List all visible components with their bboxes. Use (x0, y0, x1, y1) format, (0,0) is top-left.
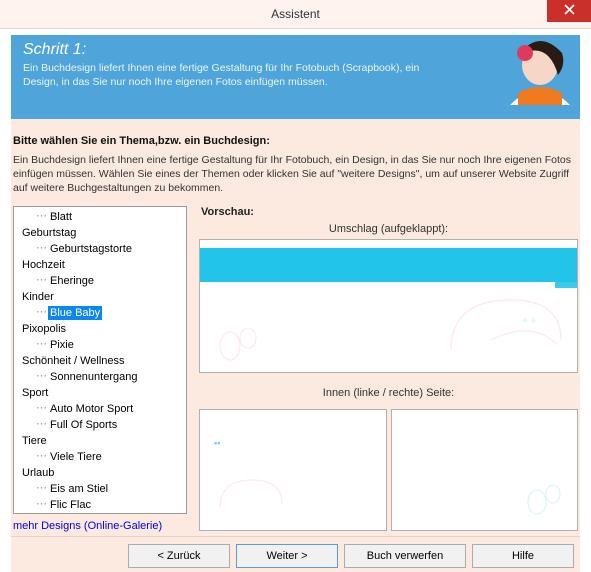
tree-item-label: Eheringe (48, 274, 96, 288)
tree-item-label: Eis am Stiel (48, 482, 110, 496)
tree-item-label: Viele Tiere (48, 450, 104, 464)
preview-page-right (391, 409, 579, 531)
tree-item-label: Blatt (48, 210, 74, 224)
tree-item[interactable]: ⋯Sonnenuntergang (14, 369, 186, 385)
cover-blue-bar (200, 248, 577, 282)
tree-item[interactable]: Sport (14, 385, 186, 401)
tree-connector-icon: ⋯ (36, 499, 47, 511)
wizard-button-bar: < Zurück Weiter > Buch verwerfen Hilfe (11, 536, 580, 572)
next-button[interactable]: Weiter > (236, 544, 338, 568)
tree-item[interactable]: Hochzeit (14, 257, 186, 273)
tree-connector-icon: ⋯ (36, 211, 47, 223)
preview-inner-pages: ▪▪ (199, 409, 578, 531)
tree-item-label: Hochzeit (20, 258, 67, 272)
tree-connector-icon: ⋯ (36, 243, 47, 255)
tree-item[interactable]: ⋯Auto Motor Sport (14, 401, 186, 417)
help-button[interactable]: Hilfe (472, 544, 574, 568)
tree-item[interactable]: ⋯Flic Flac (14, 497, 186, 513)
close-icon (564, 4, 575, 18)
tree-connector-icon: ⋯ (36, 483, 47, 495)
step-description: Ein Buchdesign liefert Ihnen eine fertig… (23, 61, 423, 89)
tree-item[interactable]: ⋯Eheringe (14, 273, 186, 289)
cover-shape-left (210, 316, 270, 366)
discard-button[interactable]: Buch verwerfen (344, 544, 466, 568)
tree-item[interactable]: Kinder (14, 289, 186, 305)
tree-item-label: Pixie (48, 338, 76, 352)
tree-item[interactable]: Tiere (14, 433, 186, 449)
cover-shape-right: ✦✦ (431, 280, 571, 368)
theme-tree[interactable]: ⋯BlattGeburtstag⋯GeburtstagstorteHochzei… (13, 206, 187, 514)
close-button[interactable] (547, 0, 591, 22)
avatar (470, 35, 580, 105)
tree-item[interactable]: ⋯Full Of Sports (14, 417, 186, 433)
page-logo-icon: ▪▪ (214, 438, 220, 448)
tree-item-label: Auto Motor Sport (48, 402, 135, 416)
back-button[interactable]: < Zurück (128, 544, 230, 568)
tree-item[interactable]: Geburtstag (14, 225, 186, 241)
title-bar: Assistent (0, 0, 591, 29)
preview-column: Vorschau: Umschlag (aufgeklappt): ✦✦ Inn… (199, 206, 578, 532)
tree-item-label: Sport (20, 386, 50, 400)
tree-item-label: Blue Baby (48, 306, 102, 320)
tree-item-label: Geburtstagstorte (48, 242, 134, 256)
tree-item[interactable]: ⋯Geburtstagstorte (14, 241, 186, 257)
tree-item[interactable]: ⋯Pixie (14, 337, 186, 353)
more-designs-link[interactable]: mehr Designs (Online-Galerie) (13, 520, 162, 532)
preview-title: Vorschau: (201, 206, 578, 218)
svg-text:✦✦: ✦✦ (521, 316, 538, 327)
tree-item[interactable]: ⋯Eis am Stiel (14, 481, 186, 497)
tree-connector-icon: ⋯ (36, 307, 47, 319)
preview-cover: ✦✦ (199, 239, 578, 373)
page-right-shape (519, 476, 569, 520)
tree-item-label: Urlaub (20, 466, 56, 480)
tree-item-label: Full Of Sports (48, 418, 119, 432)
preview-cover-label: Umschlag (aufgeklappt): (199, 223, 578, 235)
tree-connector-icon: ⋯ (36, 419, 47, 431)
tree-item[interactable]: ⋯Blue Trip (14, 513, 186, 514)
wizard-body: Bitte wählen Sie ein Thema,bzw. ein Buch… (11, 119, 580, 536)
preview-inner-label: Innen (linke / rechte) Seite: (199, 387, 578, 399)
tree-item[interactable]: ⋯Blatt (14, 209, 186, 225)
tree-item-label: Sonnenuntergang (48, 370, 139, 384)
tree-item-label: Flic Flac (48, 498, 93, 512)
tree-item-label: Geburtstag (20, 226, 78, 240)
wizard-step-header: Schritt 1: Ein Buchdesign liefert Ihnen … (11, 35, 580, 119)
tree-item-label: Pixopolis (20, 322, 68, 336)
preview-page-left: ▪▪ (199, 409, 387, 531)
tree-item[interactable]: Pixopolis (14, 321, 186, 337)
tree-connector-icon: ⋯ (36, 371, 47, 383)
tree-item-label: Kinder (20, 290, 56, 304)
tree-connector-icon: ⋯ (36, 275, 47, 287)
tree-connector-icon: ⋯ (36, 403, 47, 415)
tree-item-label: Tiere (20, 434, 49, 448)
page-left-shape (210, 468, 290, 524)
tree-item[interactable]: ⋯Viele Tiere (14, 449, 186, 465)
window-title: Assistent (271, 7, 320, 21)
instruction-text: Ein Buchdesign liefert Ihnen eine fertig… (13, 153, 578, 196)
tree-connector-icon: ⋯ (36, 339, 47, 351)
tree-item-label: Schönheit / Wellness (20, 354, 127, 368)
tree-item[interactable]: ⋯Blue Baby (14, 305, 186, 321)
theme-tree-column: ⋯BlattGeburtstag⋯GeburtstagstorteHochzei… (13, 206, 187, 532)
prompt-heading: Bitte wählen Sie ein Thema,bzw. ein Buch… (13, 135, 578, 147)
tree-item[interactable]: Urlaub (14, 465, 186, 481)
tree-connector-icon: ⋯ (36, 451, 47, 463)
tree-item[interactable]: Schönheit / Wellness (14, 353, 186, 369)
